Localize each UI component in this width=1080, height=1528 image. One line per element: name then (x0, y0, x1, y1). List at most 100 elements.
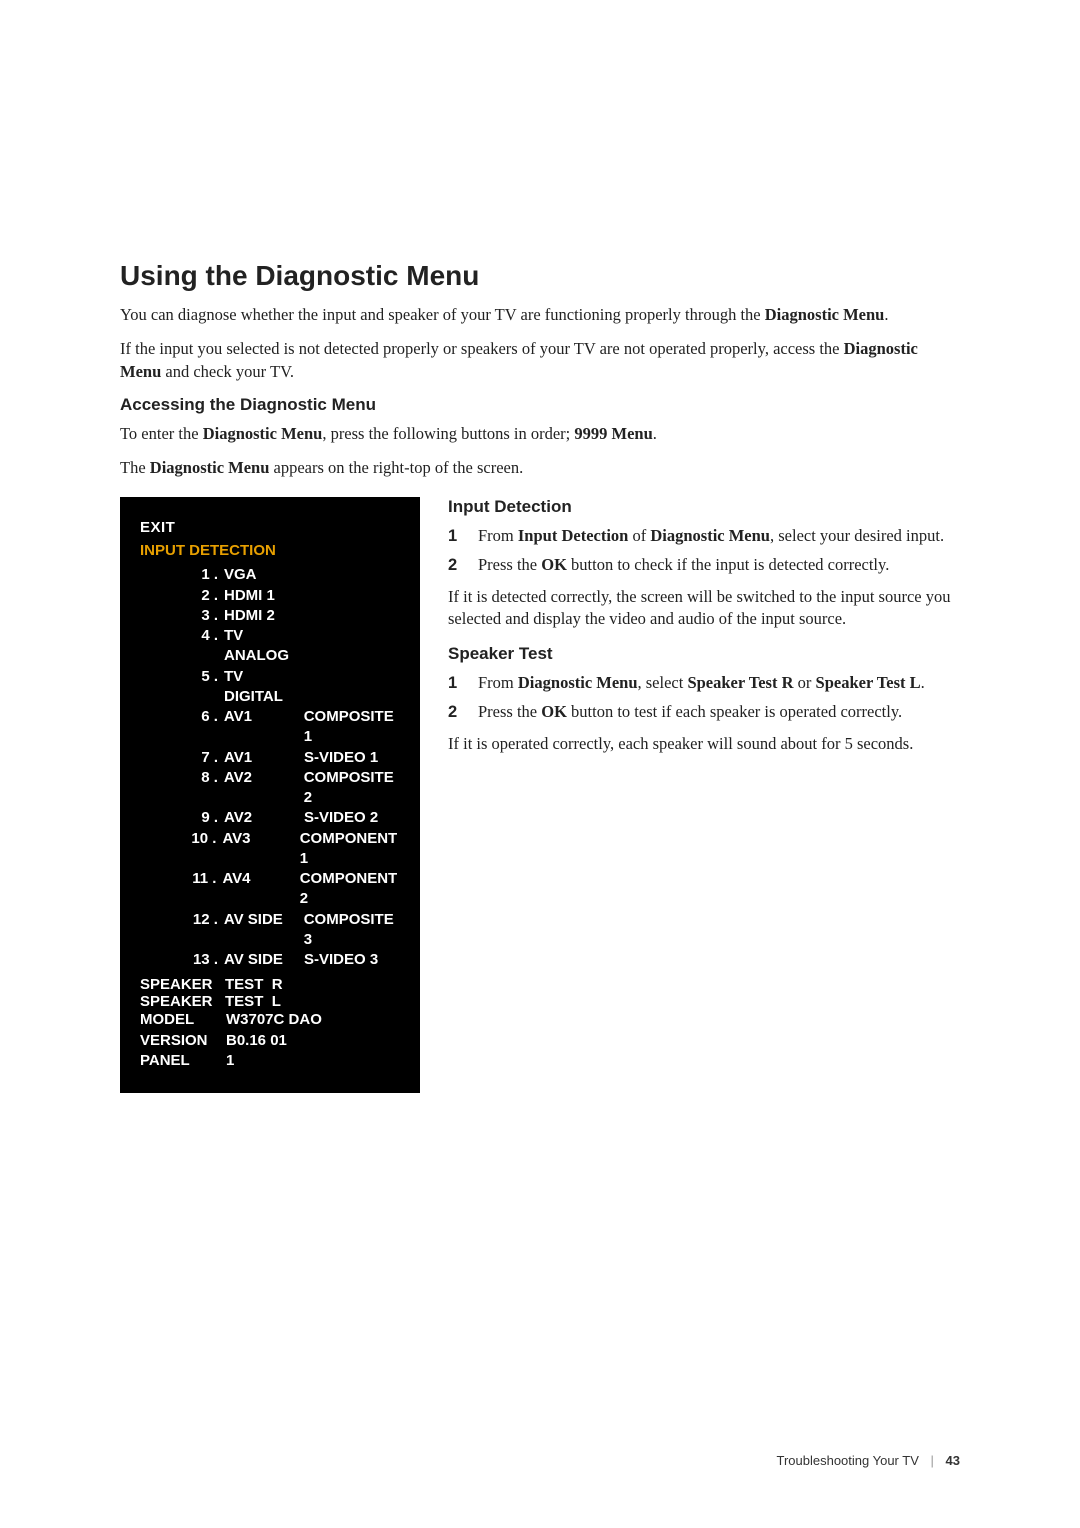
menu-panel-val: 1 (226, 1051, 234, 1071)
menu-input-num: 5 . (172, 667, 224, 708)
menu-input-extra: COMPONENT 1 (300, 829, 406, 870)
input-detection-paragraph: If it is detected correctly, the screen … (448, 586, 960, 631)
menu-input-num: 10 . (172, 829, 222, 870)
menu-input-num: 6 . (172, 707, 224, 748)
menu-input-row: 11 .AV4COMPONENT 2 (172, 869, 406, 910)
menu-input-label: AV1 (224, 748, 304, 768)
text-bold: Diagnostic Menu (150, 458, 270, 477)
menu-input-label: AV4 (222, 869, 299, 910)
list-number: 2 (448, 554, 478, 576)
menu-version-val: B0.16 01 (226, 1031, 287, 1051)
intro-paragraph-1: You can diagnose whether the input and s… (120, 304, 960, 326)
menu-panel-row: PANEL 1 (140, 1051, 406, 1071)
menu-input-label: AV SIDE (224, 950, 304, 970)
menu-input-list: 1 .VGA2 .HDMI 13 .HDMI 24 .TV ANALOG5 .T… (172, 565, 406, 970)
text: or (794, 673, 816, 692)
page-footer: Troubleshooting Your TV | 43 (777, 1453, 961, 1468)
input-detection-heading: Input Detection (448, 497, 960, 517)
text: Press the (478, 555, 541, 574)
menu-version-row: VERSION B0.16 01 (140, 1031, 406, 1051)
menu-input-row: 1 .VGA (172, 565, 406, 585)
menu-input-label: VGA (224, 565, 304, 585)
footer-page-number: 43 (946, 1453, 960, 1468)
text: If the input you selected is not detecte… (120, 339, 844, 358)
menu-input-row: 4 .TV ANALOG (172, 626, 406, 667)
list-body: Press the OK button to check if the inpu… (478, 554, 960, 576)
menu-input-label: TV ANALOG (224, 626, 304, 667)
menu-input-row: 2 .HDMI 1 (172, 586, 406, 606)
text: The (120, 458, 150, 477)
menu-input-row: 12 .AV SIDECOMPOSITE 3 (172, 910, 406, 951)
menu-input-num: 4 . (172, 626, 224, 667)
list-item: 2 Press the OK button to check if the in… (448, 554, 960, 576)
text: , select (638, 673, 688, 692)
intro-paragraph-2: If the input you selected is not detecte… (120, 338, 960, 383)
text-bold: Diagnostic Menu (203, 424, 323, 443)
menu-input-label: AV3 (222, 829, 299, 870)
menu-version-key: VERSION (140, 1031, 226, 1051)
text-bold: OK (541, 555, 567, 574)
right-column: Input Detection 1 From Input Detection o… (448, 497, 960, 769)
text-bold: Speaker Test L (816, 673, 921, 692)
page-heading: Using the Diagnostic Menu (120, 260, 960, 292)
diagnostic-menu-box: EXIT INPUT DETECTION 1 .VGA2 .HDMI 13 .H… (120, 497, 420, 1093)
menu-input-num: 13 . (172, 950, 224, 970)
menu-model-row: MODEL W3707C DAO (140, 1010, 406, 1030)
text-bold: Diagnostic Menu (518, 673, 638, 692)
text: Press the (478, 702, 541, 721)
menu-panel-key: PANEL (140, 1051, 226, 1071)
text-bold: 9999 Menu (574, 424, 652, 443)
menu-input-row: 10 .AV3COMPONENT 1 (172, 829, 406, 870)
menu-input-detection-title: INPUT DETECTION (140, 542, 406, 559)
menu-input-label: HDMI 2 (224, 606, 304, 626)
text: . (653, 424, 657, 443)
access-paragraph-2: The Diagnostic Menu appears on the right… (120, 457, 960, 479)
menu-input-num: 3 . (172, 606, 224, 626)
menu-exit: EXIT (140, 519, 406, 536)
speaker-test-list: 1 From Diagnostic Menu, select Speaker T… (448, 672, 960, 723)
menu-input-num: 11 . (172, 869, 222, 910)
menu-input-row: 3 .HDMI 2 (172, 606, 406, 626)
text: From (478, 526, 518, 545)
menu-model-key: MODEL (140, 1010, 226, 1030)
menu-input-row: 6 .AV1COMPOSITE 1 (172, 707, 406, 748)
menu-input-extra: S-VIDEO 3 (304, 950, 378, 970)
menu-input-extra: COMPOSITE 1 (304, 707, 406, 748)
menu-input-num: 9 . (172, 808, 224, 828)
menu-speaker-test-l: SPEAKER TEST L (140, 993, 406, 1010)
text: , select your desired input. (770, 526, 944, 545)
text: appears on the right-top of the screen. (269, 458, 523, 477)
text: . (884, 305, 888, 324)
list-body: From Diagnostic Menu, select Speaker Tes… (478, 672, 960, 694)
access-paragraph-1: To enter the Diagnostic Menu, press the … (120, 423, 960, 445)
list-item: 1 From Input Detection of Diagnostic Men… (448, 525, 960, 547)
text: To enter the (120, 424, 203, 443)
menu-input-num: 8 . (172, 768, 224, 809)
footer-separator: | (931, 1453, 934, 1468)
menu-model-val: W3707C DAO (226, 1010, 322, 1030)
speaker-test-paragraph: If it is operated correctly, each speake… (448, 733, 960, 755)
menu-input-num: 12 . (172, 910, 224, 951)
menu-input-label: TV DIGITAL (224, 667, 304, 708)
text-bold: Speaker Test R (687, 673, 793, 692)
menu-input-extra: COMPOSITE 2 (304, 768, 406, 809)
text-bold: Diagnostic Menu (650, 526, 770, 545)
menu-input-label: AV2 (224, 808, 304, 828)
list-body: From Input Detection of Diagnostic Menu,… (478, 525, 960, 547)
menu-input-label: AV1 (224, 707, 304, 748)
text: . (921, 673, 925, 692)
text-bold: Diagnostic Menu (765, 305, 885, 324)
menu-input-num: 7 . (172, 748, 224, 768)
menu-input-extra: S-VIDEO 1 (304, 748, 378, 768)
menu-input-extra: COMPOSITE 3 (304, 910, 406, 951)
menu-input-num: 2 . (172, 586, 224, 606)
list-number: 1 (448, 672, 478, 694)
access-heading: Accessing the Diagnostic Menu (120, 395, 960, 415)
list-item: 2 Press the OK button to test if each sp… (448, 701, 960, 723)
menu-input-row: 8 .AV2COMPOSITE 2 (172, 768, 406, 809)
menu-input-row: 9 .AV2S-VIDEO 2 (172, 808, 406, 828)
text: From (478, 673, 518, 692)
menu-input-label: AV2 (224, 768, 304, 809)
menu-input-extra: COMPONENT 2 (300, 869, 406, 910)
text: button to check if the input is detected… (567, 555, 889, 574)
